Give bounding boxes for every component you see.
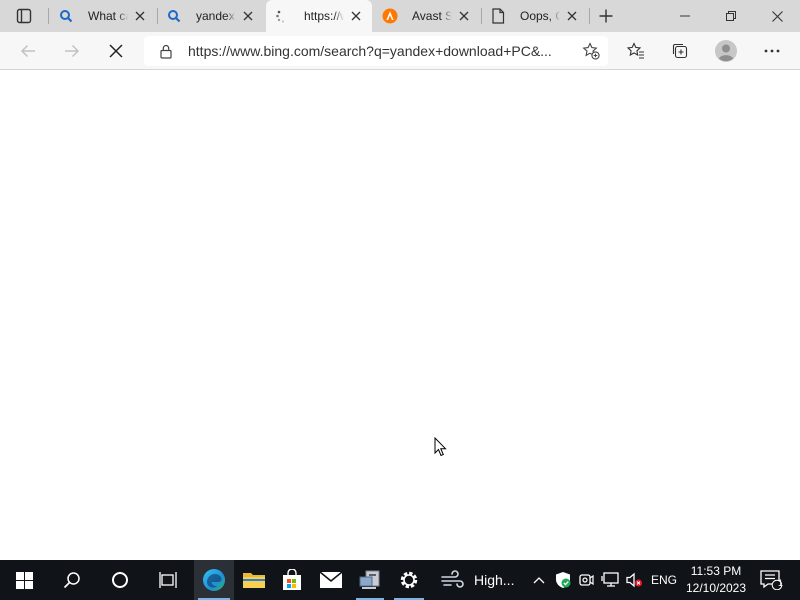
close-icon (771, 10, 783, 22)
show-hidden-icons-button[interactable] (530, 560, 548, 600)
search-icon (63, 572, 80, 589)
gear-icon (400, 571, 418, 589)
restore-button[interactable] (708, 0, 754, 32)
tab-separator (48, 8, 49, 24)
store-bag-icon (283, 569, 301, 590)
tab-avast[interactable]: Avast Sec (374, 0, 480, 32)
edge-taskbar-button[interactable] (194, 560, 234, 600)
task-view-icon (159, 572, 177, 588)
close-tab-icon[interactable] (456, 8, 472, 24)
add-favorite-icon[interactable] (582, 42, 600, 60)
cortana-button[interactable] (96, 560, 144, 600)
lock-icon[interactable] (158, 43, 174, 59)
forward-button[interactable] (56, 35, 88, 67)
file-explorer-button[interactable] (234, 560, 274, 600)
task-view-button[interactable] (144, 560, 192, 600)
clock-date: 12/10/2023 (685, 581, 747, 595)
language-text: ENG (650, 573, 677, 587)
close-tab-icon[interactable] (348, 8, 364, 24)
stop-loading-button[interactable] (100, 35, 132, 67)
edge-icon (203, 569, 225, 591)
notifications-button[interactable]: 1 (754, 560, 788, 600)
mail-icon (319, 571, 343, 588)
minimize-icon (680, 15, 690, 17)
tab-strip: What can yandex https://www Avast Sec Oo… (0, 0, 800, 32)
taskbar: High... ENG 11:53 PM 12/10/2023 1 (0, 560, 800, 600)
tab-title: yandex (196, 9, 235, 23)
volume-tray-icon[interactable] (623, 560, 645, 600)
favorites-button[interactable] (620, 35, 652, 67)
avast-icon (382, 8, 398, 24)
tab-oops[interactable]: Oops, C (482, 0, 588, 32)
new-tab-button[interactable] (592, 4, 620, 28)
collections-icon (672, 43, 688, 59)
plus-icon (599, 9, 613, 23)
tab-actions-icon (16, 8, 32, 24)
tab-what-can[interactable]: What can (50, 0, 156, 32)
profile-button[interactable] (710, 35, 742, 67)
address-bar[interactable]: https://www.bing.com/search?q=yandex+dow… (144, 36, 608, 66)
tab-title: What can (88, 9, 128, 23)
tab-title: https://www (304, 9, 344, 23)
weather-text: High... (474, 572, 515, 588)
more-icon (764, 49, 780, 53)
notification-count: 1 (778, 578, 784, 588)
avatar-icon (715, 40, 737, 62)
mail-button[interactable] (312, 560, 350, 600)
wind-icon (441, 570, 464, 588)
search-icon (58, 8, 74, 24)
page-content (0, 71, 800, 560)
loading-icon (274, 8, 290, 24)
computer-tools-icon (359, 570, 380, 589)
minimize-button[interactable] (662, 0, 708, 32)
folder-icon (243, 573, 265, 588)
arrow-right-icon (65, 44, 80, 58)
close-window-button[interactable] (754, 0, 800, 32)
document-icon (490, 8, 506, 24)
volume-muted-icon (626, 572, 643, 588)
tab-actions-button[interactable] (0, 0, 48, 32)
start-button[interactable] (0, 560, 48, 600)
store-button[interactable] (274, 560, 310, 600)
close-tab-icon[interactable] (132, 8, 148, 24)
stop-icon (109, 44, 123, 58)
cortana-icon (112, 572, 128, 588)
mouse-cursor-icon (434, 437, 447, 457)
clock[interactable]: 11:53 PM 12/10/2023 (680, 563, 752, 597)
tab-separator (589, 8, 590, 24)
meet-now-tray-icon[interactable] (576, 560, 596, 600)
tab-yandex[interactable]: yandex (158, 0, 264, 32)
network-icon (601, 572, 619, 587)
security-tray-icon[interactable] (552, 560, 574, 600)
arrow-left-icon (20, 44, 35, 58)
settings-taskbar-button[interactable] (390, 560, 428, 600)
clock-time: 11:53 PM (690, 564, 742, 578)
close-tab-icon[interactable] (564, 8, 580, 24)
weather-widget[interactable]: High... (440, 560, 520, 600)
windows-logo-icon (15, 571, 33, 589)
search-button[interactable] (48, 560, 96, 600)
app-taskbar-button[interactable] (352, 560, 388, 600)
tab-title: Oops, C (520, 9, 560, 23)
close-tab-icon[interactable] (240, 8, 256, 24)
search-icon (166, 8, 182, 24)
restore-icon (726, 11, 736, 21)
settings-menu-button[interactable] (756, 35, 788, 67)
collections-button[interactable] (664, 35, 696, 67)
tab-bing-loading[interactable]: https://www (266, 0, 372, 32)
favorites-icon (627, 42, 644, 59)
shield-check-icon (556, 572, 571, 588)
network-tray-icon[interactable] (599, 560, 621, 600)
language-indicator[interactable]: ENG (648, 560, 680, 600)
tab-title: Avast Sec (412, 9, 452, 23)
url-text[interactable]: https://www.bing.com/search?q=yandex+dow… (188, 43, 558, 59)
chevron-up-icon (533, 577, 545, 584)
back-button[interactable] (12, 35, 44, 67)
browser-toolbar: https://www.bing.com/search?q=yandex+dow… (0, 32, 800, 70)
camera-icon (579, 574, 594, 586)
